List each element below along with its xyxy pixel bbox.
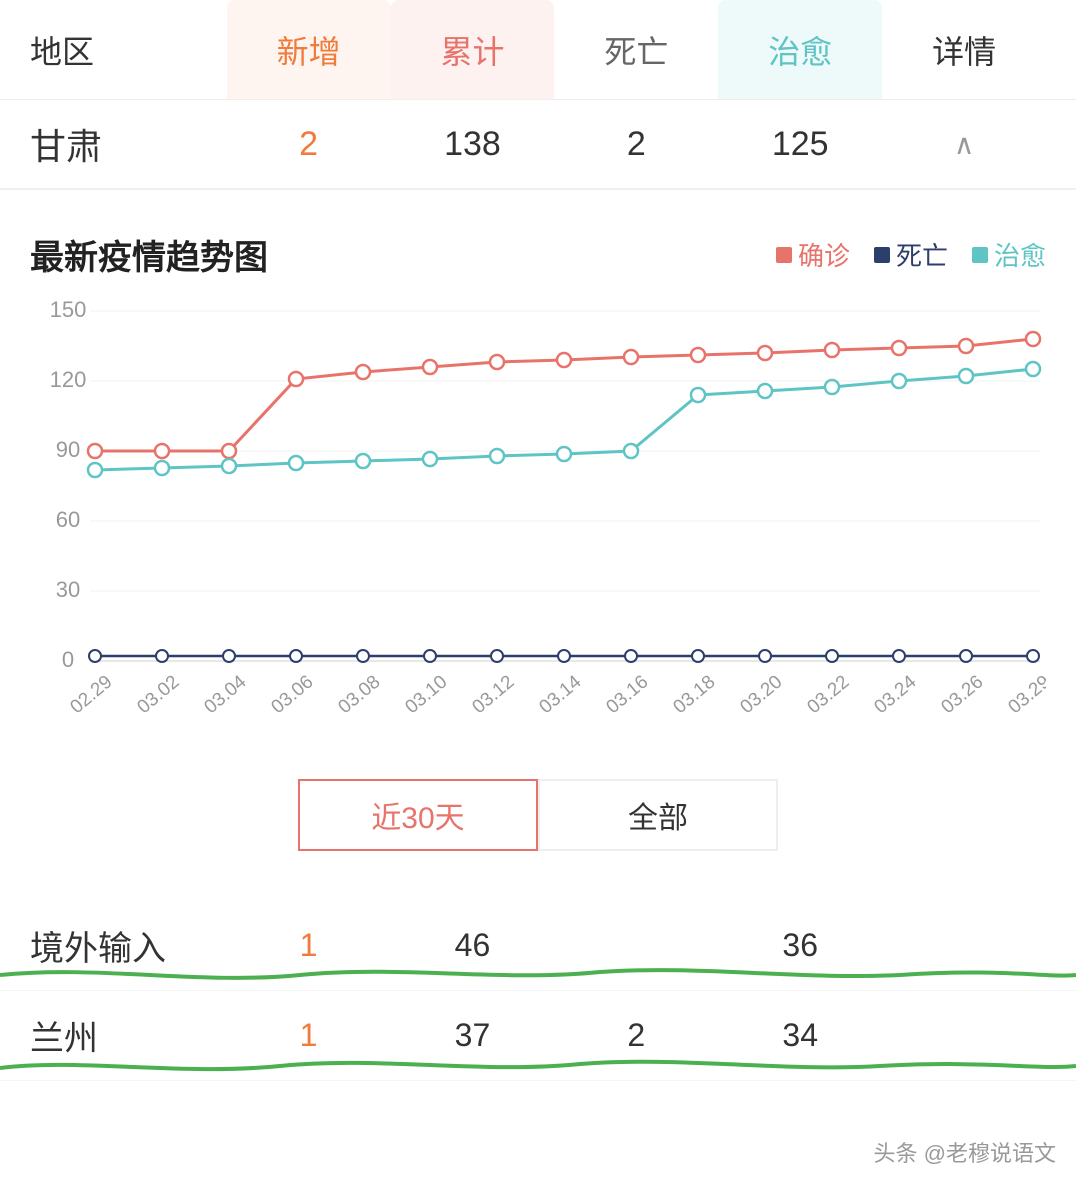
jingwai-recovery: 36 [718,927,882,964]
svg-text:03.29: 03.29 [1005,671,1046,718]
svg-text:60: 60 [56,507,80,532]
filter-all-btn[interactable]: 全部 [538,779,778,851]
gansu-death: 2 [554,125,718,164]
gansu-row[interactable]: 甘肃 2 138 2 125 ∧ [0,100,1076,190]
header-death: 死亡 [554,0,718,99]
chart-canvas: 150 120 90 60 30 0 02.29 03.02 03.04 03.… [30,299,1046,759]
svg-text:0: 0 [62,647,74,672]
svg-text:03.22: 03.22 [804,671,854,718]
svg-text:03.16: 03.16 [603,671,653,718]
lanzhou-recovery: 34 [718,1017,882,1054]
header-detail: 详情 [882,0,1046,99]
svg-text:03.04: 03.04 [201,671,251,718]
chart-legend: 确诊 死亡 治愈 [776,236,1046,273]
svg-text:120: 120 [50,367,87,392]
filter-recent-btn[interactable]: 近30天 [298,779,538,851]
confirmed-icon [776,247,792,263]
svg-text:03.20: 03.20 [737,671,787,718]
svg-text:03.26: 03.26 [938,671,988,718]
death-icon [874,247,890,263]
header-cumulative: 累计 [391,0,555,99]
svg-text:03.14: 03.14 [536,671,586,718]
time-filter-group: 近30天 全部 [90,779,986,851]
svg-text:02.29: 02.29 [67,671,117,718]
table-header: 地区 新增 累计 死亡 治愈 详情 [0,0,1076,100]
legend-death: 死亡 [874,236,948,273]
jingwai-cumulative: 46 [391,927,555,964]
gansu-region-name: 甘肃 [30,118,227,170]
sub-row-lanzhou[interactable]: 兰州 1 37 2 34 [0,991,1076,1081]
sub-row-jingwai[interactable]: 境外输入 1 46 36 [0,901,1076,991]
header-new-add: 新增 [227,0,391,99]
lanzhou-death: 2 [554,1017,718,1054]
svg-text:03.24: 03.24 [871,671,921,718]
chart-section: 最新疫情趋势图 确诊 死亡 治愈 150 120 90 60 30 0 [0,200,1076,891]
lanzhou-cumulative: 37 [391,1017,555,1054]
chart-svg: 150 120 90 60 30 0 02.29 03.02 03.04 03.… [30,299,1046,759]
lanzhou-new-add: 1 [227,1017,391,1054]
recovery-icon [972,247,988,263]
green-wave-2 [0,1050,1076,1080]
svg-text:03.10: 03.10 [402,671,452,718]
gansu-recovery: 125 [718,125,882,164]
svg-text:150: 150 [50,299,87,322]
svg-text:30: 30 [56,577,80,602]
gansu-detail-chevron[interactable]: ∧ [882,128,1046,161]
chart-header: 最新疫情趋势图 确诊 死亡 治愈 [30,230,1046,279]
legend-confirmed: 确诊 [776,236,850,273]
green-wave-1 [0,960,1076,990]
header-region: 地区 [30,0,227,99]
svg-text:03.02: 03.02 [134,671,184,718]
header-recovery: 治愈 [718,0,882,99]
chart-title: 最新疫情趋势图 [30,230,776,279]
gansu-cumulative: 138 [391,125,555,164]
svg-text:03.18: 03.18 [670,671,720,718]
svg-text:90: 90 [56,437,80,462]
gansu-new-add: 2 [227,125,391,164]
jingwai-new-add: 1 [227,927,391,964]
svg-text:03.06: 03.06 [268,671,318,718]
svg-text:03.08: 03.08 [335,671,385,718]
watermark: 头条 @老穆说语文 [874,1136,1056,1168]
svg-text:03.12: 03.12 [469,671,519,718]
legend-recovery: 治愈 [972,236,1046,273]
